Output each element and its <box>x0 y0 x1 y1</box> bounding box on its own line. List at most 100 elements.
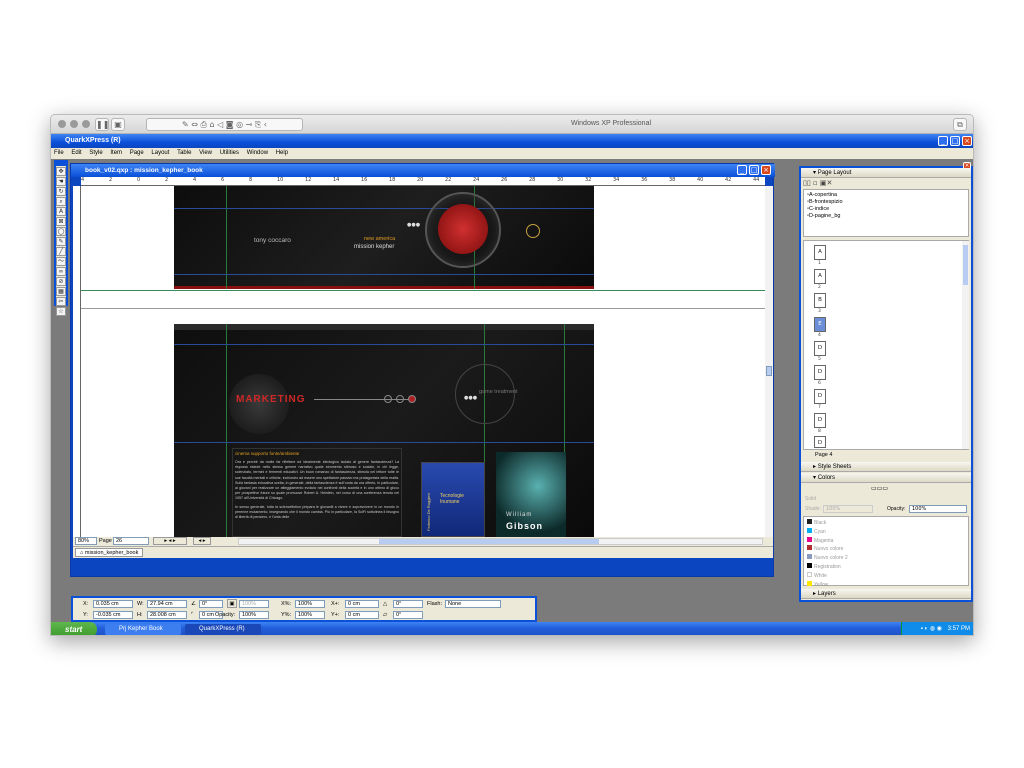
master-item[interactable]: ▫D-pagine_bg <box>807 213 965 220</box>
close-dot[interactable] <box>58 120 66 128</box>
colors-list[interactable]: Black Cyan Magenta Nuovo colore Nuovo co… <box>803 516 969 588</box>
master-pages-list[interactable]: ▫A-copertina ▫B-frontespizio ▫C-indice ▫… <box>803 189 969 237</box>
yplus-field[interactable]: 0 cm <box>345 611 379 619</box>
text-path-tool-icon[interactable]: 〜 <box>56 257 66 266</box>
vertical-ruler[interactable] <box>73 186 81 537</box>
master-item[interactable]: ▫B-frontespizio <box>807 199 965 206</box>
vertical-scrollbar[interactable] <box>765 186 773 537</box>
layout-canvas[interactable]: tony coccaro new america mission kepher … <box>81 186 765 537</box>
layout-tab[interactable]: ⌂ mission_kepher_book <box>75 548 144 557</box>
angle-field[interactable]: 0° <box>199 600 223 608</box>
start-button[interactable]: start <box>51 622 97 635</box>
menu-table[interactable]: Table <box>177 150 191 156</box>
style-sheets-header[interactable]: ▸ Style Sheets <box>801 462 971 472</box>
x-field[interactable]: 0.035 cm <box>93 600 133 608</box>
shade-field[interactable]: 100% <box>239 600 269 608</box>
layers-header[interactable]: ▸ Layers <box>801 589 971 599</box>
top-spread[interactable]: tony coccaro new america mission kepher … <box>174 186 594 289</box>
page-thumb[interactable]: A <box>814 245 826 260</box>
colors-opacity-field[interactable]: 100% <box>909 505 967 513</box>
linking-tool-icon[interactable]: ∞ <box>56 267 66 276</box>
menu-item[interactable]: Item <box>110 150 122 156</box>
page-field[interactable]: 26 <box>113 537 149 545</box>
color-item[interactable]: Magenta <box>807 536 965 546</box>
color-item[interactable]: Nuovo colore <box>807 545 965 554</box>
fullscreen-icon[interactable]: ⧉ <box>953 118 967 131</box>
master-item[interactable]: ▫C-indice <box>807 206 965 213</box>
zoom-dot[interactable] <box>82 120 90 128</box>
menu-window[interactable]: Window <box>247 150 268 156</box>
task-prj-kepher[interactable]: Prj Kepher Book <box>105 624 181 635</box>
doc-maximize-icon[interactable]: □ <box>749 165 759 175</box>
pages-list[interactable]: A 1 A 2 B 3 E 4 D 5 D 6 D 7 D 8 D <box>803 240 969 450</box>
colors-shade-field[interactable]: 100% <box>823 505 873 513</box>
color-item[interactable]: Black <box>807 519 965 528</box>
menu-style[interactable]: Style <box>89 150 102 156</box>
page-thumb[interactable]: B <box>814 293 826 308</box>
master-item[interactable]: ▫A-copertina <box>807 192 965 199</box>
menu-file[interactable]: File <box>54 150 64 156</box>
rotate-tool-icon[interactable]: ↻ <box>56 187 66 196</box>
color-item[interactable]: Registration <box>807 562 965 572</box>
horizontal-ruler[interactable]: 4 2 0 2 4 6 8 10 12 14 16 18 20 22 24 26 28 30 32 34 36 38 40 4… <box>81 177 765 186</box>
menu-view[interactable]: View <box>199 150 212 156</box>
rotation-field[interactable]: 0° <box>393 600 423 608</box>
minimize-icon[interactable]: _ <box>938 136 948 146</box>
star-tool-icon[interactable]: ☆ <box>56 307 66 316</box>
h-field[interactable]: 28.008 cm <box>147 611 187 619</box>
color-mode-buttons[interactable]: ▭▭▭ <box>871 485 901 493</box>
body-text-box[interactable]: cinema supporto fonte/ambiente Ora e per… <box>232 448 402 537</box>
book-cover-1[interactable]: Federico De Ruggieri Tecnologie Inumane <box>421 462 485 537</box>
page-thumb[interactable]: D <box>814 365 826 380</box>
tray-icons[interactable]: ▪ ◐ ◍ ◉ <box>921 626 942 632</box>
zoom-field[interactable]: 80% <box>75 537 97 545</box>
y-field[interactable]: -0.035 cm <box>93 611 133 619</box>
snapshot-icon[interactable]: ▣ <box>111 118 125 131</box>
flash-select[interactable]: None <box>445 600 501 608</box>
page-layout-header[interactable]: ▾ Page Layout <box>801 168 971 178</box>
oval-tool-icon[interactable]: ◯ <box>56 227 66 236</box>
book-cover-2[interactable]: William Gibson <box>496 452 566 537</box>
color-item[interactable]: White <box>807 571 965 581</box>
vm-device-toolbar[interactable]: ✎ ⇔ ⎙ ⌂ ◁ ◙ ◎ ⊸ ⎘ ‹ <box>146 118 303 131</box>
bottom-spread[interactable]: MARKETING ●●● game treatment cinema supp… <box>174 324 594 537</box>
page-layout-tools[interactable]: ▯▯ ▫ ▣✕ <box>803 179 853 188</box>
pause-icon[interactable]: ❚❚ <box>95 118 109 131</box>
bezier-tool-icon[interactable]: ✎ <box>56 237 66 246</box>
w-field[interactable]: 27.94 cm <box>147 600 187 608</box>
content-tool-icon[interactable]: ☚ <box>56 177 66 186</box>
page-thumb[interactable]: A <box>814 269 826 284</box>
doc-minimize-icon[interactable]: _ <box>737 165 747 175</box>
menu-utilities[interactable]: Utilities <box>220 150 239 156</box>
menu-page[interactable]: Page <box>130 150 144 156</box>
page-thumb[interactable]: D <box>814 341 826 356</box>
view-buttons[interactable]: ◂ ▸ <box>193 537 211 545</box>
ypct-field[interactable]: 100% <box>295 611 325 619</box>
zoom-tool-icon[interactable]: ⌕ <box>56 197 66 206</box>
menu-layout[interactable]: Layout <box>151 150 169 156</box>
line-tool-icon[interactable]: ╱ <box>56 247 66 256</box>
color-item[interactable]: Cyan <box>807 527 965 537</box>
minimize-dot[interactable] <box>70 120 78 128</box>
task-quarkxpress[interactable]: QuarkXPress (R) <box>185 624 261 635</box>
color-item[interactable]: Nuovo colore 2 <box>807 554 965 563</box>
text-box-tool-icon[interactable]: A <box>56 207 66 216</box>
menu-help[interactable]: Help <box>276 150 288 156</box>
maximize-icon[interactable]: □ <box>950 136 960 146</box>
xpct-field[interactable]: 100% <box>295 600 325 608</box>
frame-icon[interactable]: ▣ <box>227 599 237 608</box>
picture-box-tool-icon[interactable]: ⊠ <box>56 217 66 226</box>
page-nav-buttons[interactable]: ▸ ◂ ▸ <box>153 537 187 545</box>
colors-header[interactable]: ▾ Colors <box>801 473 971 483</box>
unlinking-tool-icon[interactable]: ⊘ <box>56 277 66 286</box>
horizontal-scrollbar[interactable] <box>238 538 763 545</box>
opacity-field[interactable]: 100% <box>239 611 269 619</box>
skew-field[interactable]: 0° <box>393 611 423 619</box>
doc-close-icon[interactable]: × <box>761 165 771 175</box>
scissors-tool-icon[interactable]: ✂ <box>56 297 66 306</box>
page-thumb[interactable]: D <box>814 436 826 448</box>
page-thumb[interactable]: D <box>814 389 826 404</box>
menu-edit[interactable]: Edit <box>71 150 81 156</box>
page-thumb-selected[interactable]: E <box>814 317 826 332</box>
item-tool-icon[interactable]: ✥ <box>56 167 66 176</box>
